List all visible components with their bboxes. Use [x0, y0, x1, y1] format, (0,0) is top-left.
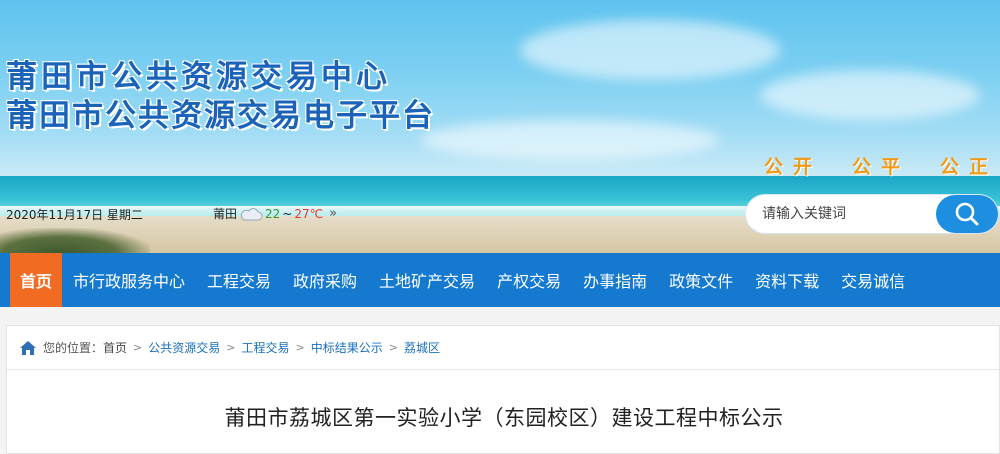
site-title: 莆田市公共资源交易中心: [6, 59, 391, 95]
banner-cloud: [760, 70, 980, 120]
nav-item-policy-documents[interactable]: 政策文件: [658, 253, 744, 307]
slogan-just: 公正: [939, 156, 998, 178]
search-input[interactable]: [762, 199, 948, 229]
nav-item-trading-credit[interactable]: 交易诚信: [830, 253, 916, 307]
nav-item-admin-service-center[interactable]: 市行政服务中心: [62, 253, 196, 307]
breadcrumb-item-award-results[interactable]: 中标结果公示: [311, 339, 383, 356]
search-button[interactable]: [936, 195, 998, 233]
banner-rocks: [0, 228, 150, 253]
banner-cloud: [520, 20, 780, 80]
temp-low: 22: [265, 206, 281, 221]
breadcrumb-item-home[interactable]: 首页: [103, 339, 127, 356]
breadcrumb-separator: >: [295, 341, 305, 354]
site-subtitle: 莆田市公共资源交易电子平台: [6, 98, 435, 134]
nav-item-government-procurement[interactable]: 政府采购: [282, 253, 368, 307]
slogan: 公开 公平 公正: [764, 152, 998, 179]
article-title: 莆田市荔城区第一实验小学（东园校区）建设工程中标公示: [224, 406, 784, 430]
nav-item-engineering-trading[interactable]: 工程交易: [196, 253, 282, 307]
nav-item-service-guide[interactable]: 办事指南: [572, 253, 658, 307]
weather-widget[interactable]: 莆田 22 ~ 27℃ »: [213, 205, 337, 222]
cloudy-icon: [240, 207, 263, 220]
temp-separator: ~: [282, 206, 293, 221]
breadcrumb-item-engineering[interactable]: 工程交易: [241, 339, 289, 356]
search-icon: [955, 202, 979, 226]
nav-item-home[interactable]: 首页: [10, 253, 62, 307]
banner-cloud: [420, 120, 720, 160]
nav-item-land-mineral-trading[interactable]: 土地矿产交易: [368, 253, 486, 307]
weather-city: 莆田: [213, 207, 238, 221]
breadcrumb: 您的位置： 首页 > 公共资源交易 > 工程交易 > 中标结果公示 > 荔城区: [7, 326, 999, 370]
breadcrumb-separator: >: [388, 341, 398, 354]
slogan-fair: 公平: [851, 156, 910, 178]
nav-item-property-trading[interactable]: 产权交易: [486, 253, 572, 307]
search-box: [746, 195, 998, 233]
header-banner: 莆田市公共资源交易中心 莆田市公共资源交易电子平台 公开 公平 公正 2020年…: [0, 0, 1000, 253]
slogan-open: 公开: [763, 156, 822, 178]
home-icon: [20, 340, 36, 355]
breadcrumb-prefix: 您的位置：: [43, 341, 104, 355]
breadcrumb-separator: >: [133, 341, 143, 354]
current-date: 2020年11月17日 星期二: [6, 208, 143, 222]
breadcrumb-item-public-resource[interactable]: 公共资源交易: [148, 339, 220, 356]
breadcrumb-item-licheng[interactable]: 荔城区: [404, 339, 440, 356]
weather-more-link[interactable]: »: [329, 206, 337, 221]
main-nav: 首页 市行政服务中心 工程交易 政府采购 土地矿产交易 产权交易 办事指南 政策…: [0, 253, 1000, 307]
main-content: 您的位置： 首页 > 公共资源交易 > 工程交易 > 中标结果公示 > 荔城区 …: [6, 325, 1000, 454]
breadcrumb-separator: >: [226, 341, 236, 354]
temp-high: 27℃: [294, 206, 324, 221]
nav-item-downloads[interactable]: 资料下载: [744, 253, 830, 307]
